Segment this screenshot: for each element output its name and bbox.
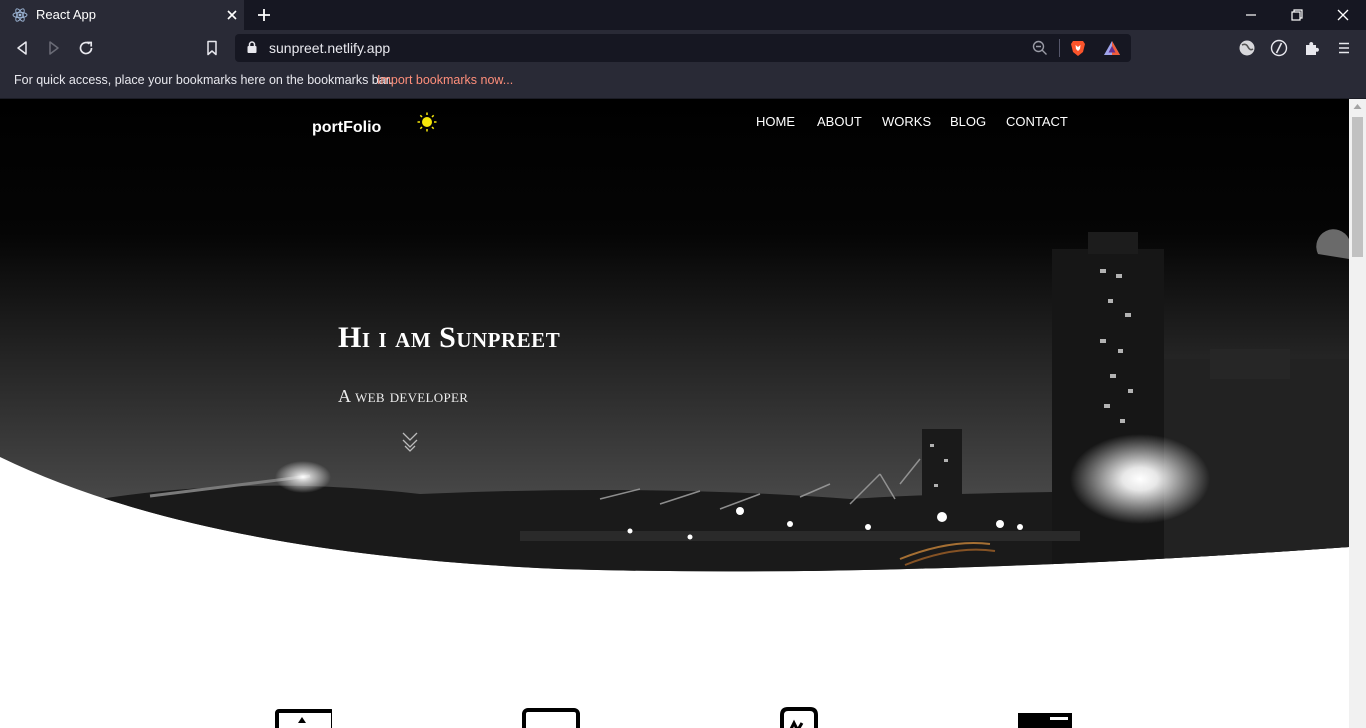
extension-globe-icon[interactable]	[1238, 39, 1256, 57]
nav-home[interactable]: HOME	[756, 114, 795, 129]
omnibox-divider	[1059, 39, 1060, 57]
close-tab-icon[interactable]	[224, 7, 240, 23]
brave-shields-icon[interactable]	[1069, 39, 1087, 57]
nav-blog[interactable]: BLOG	[950, 114, 986, 129]
extension-feather-icon[interactable]	[1270, 39, 1288, 57]
hero-background	[0, 99, 1349, 572]
forward-icon[interactable]	[45, 39, 63, 57]
zoom-icon[interactable]	[1031, 39, 1049, 57]
profile-card-icon	[275, 709, 332, 728]
brand-logo[interactable]: portFolio	[312, 119, 381, 137]
nav-contact[interactable]: CONTACT	[1006, 114, 1068, 129]
menu-icon[interactable]	[1335, 39, 1353, 57]
sun-icon[interactable]	[417, 112, 437, 132]
restore-icon[interactable]	[1289, 7, 1305, 23]
double-chevron-down-icon[interactable]	[401, 430, 419, 454]
monitor-icon	[522, 708, 580, 728]
react-logo-icon	[12, 8, 28, 22]
bookmark-icon[interactable]	[203, 39, 221, 57]
lock-icon[interactable]	[245, 40, 259, 54]
tab-title: React App	[36, 7, 96, 22]
extensions-puzzle-icon[interactable]	[1303, 39, 1321, 57]
back-icon[interactable]	[13, 39, 31, 57]
hero-subtitle: A web developer	[338, 386, 469, 406]
minimize-icon[interactable]	[1243, 7, 1259, 23]
reload-icon[interactable]	[77, 39, 95, 57]
new-tab-icon[interactable]	[256, 7, 272, 23]
scroll-up-icon[interactable]	[1353, 103, 1362, 110]
server-icon	[1018, 713, 1072, 728]
page-viewport: portFolio HOME ABOUT WORKS BLOG CONTACT …	[0, 99, 1349, 728]
nav-works[interactable]: WORKS	[882, 114, 931, 129]
import-bookmarks-link[interactable]: Import bookmarks now...	[377, 73, 513, 87]
hero-title: Hi i am Sunpreet	[338, 321, 561, 354]
code-icon	[780, 707, 818, 728]
bookmarks-hint: For quick access, place your bookmarks h…	[14, 73, 393, 87]
brave-rewards-icon[interactable]	[1103, 39, 1121, 57]
browser-tab[interactable]: React App	[0, 0, 244, 30]
scrollbar-thumb[interactable]	[1352, 117, 1363, 257]
url-text[interactable]: sunpreet.netlify.app	[269, 40, 390, 56]
close-window-icon[interactable]	[1335, 7, 1351, 23]
nav-about[interactable]: ABOUT	[817, 114, 862, 129]
